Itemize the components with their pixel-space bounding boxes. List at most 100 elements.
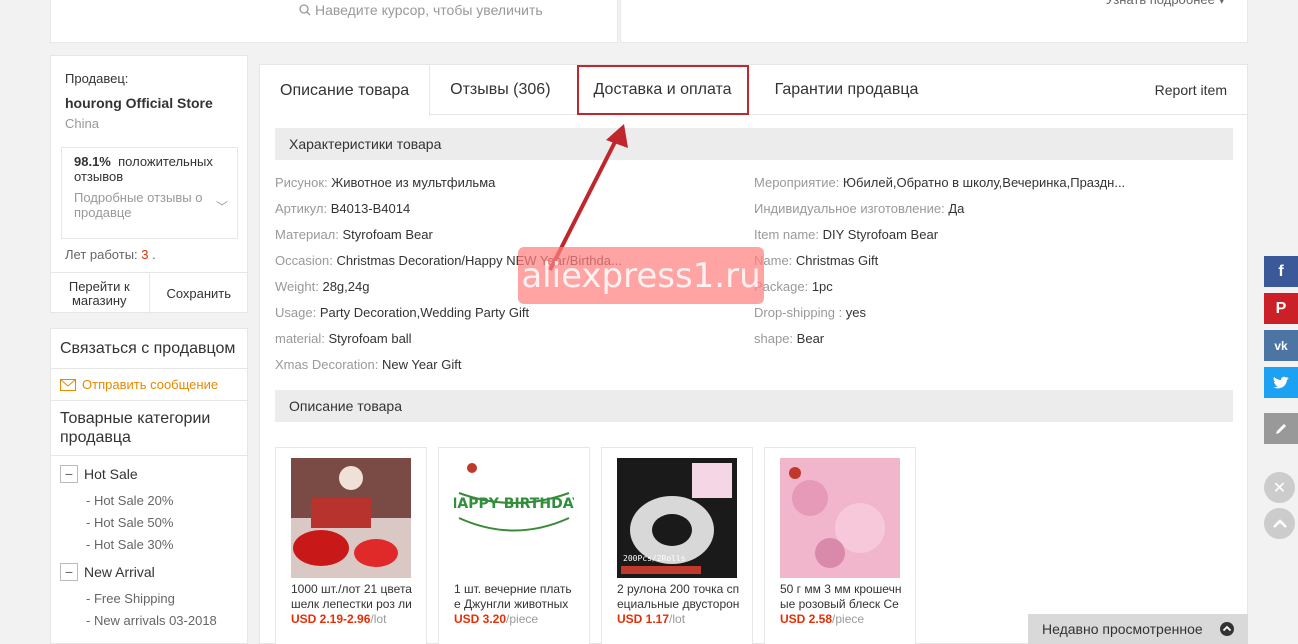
- product-details-panel: Описание товара Отзывы (306) Доставка и …: [259, 64, 1248, 644]
- scroll-top-icon[interactable]: [1264, 508, 1295, 539]
- categories-title: Товарные категории продавца: [51, 401, 247, 456]
- product-info-panel: Узнать подробнее ▾: [620, 0, 1248, 43]
- contact-seller-title: Связаться с продавцом: [51, 329, 247, 369]
- spec-item: Drop-shipping : yes: [754, 305, 866, 320]
- spec-value: Christmas Gift: [795, 253, 879, 268]
- collapse-icon[interactable]: −: [60, 563, 78, 581]
- spec-item: Рисунок: Животное из мультфильма: [275, 175, 495, 190]
- price-unit: /lot: [370, 612, 387, 626]
- product-card[interactable]: 200Pcs/2Rolls 2 рулона 200 точка сп ециа…: [601, 447, 753, 644]
- tab-shipping-payment[interactable]: Доставка и оплата: [576, 65, 749, 115]
- subcategory-link[interactable]: - New arrivals 03-2018: [60, 610, 247, 632]
- store-country: China: [65, 116, 99, 131]
- spec-item: Артикул: B4013-B4014: [275, 201, 410, 216]
- product-card[interactable]: HAPPY BIRTHDAY 1 шт. вечерние плать е Дж…: [438, 447, 590, 644]
- twitter-share-icon[interactable]: [1264, 367, 1298, 398]
- collapse-icon[interactable]: −: [60, 465, 78, 483]
- spec-key: Usage:: [275, 305, 317, 320]
- spec-value: 1pc: [811, 279, 833, 294]
- more-details-link[interactable]: Узнать подробнее ▾: [1106, 0, 1225, 8]
- price-unit: /piece: [506, 612, 539, 626]
- chevron-up-circle-icon[interactable]: [1220, 622, 1234, 636]
- price-amount: USD 2.19-2.96: [291, 612, 371, 626]
- category-group-new-arrival: − New Arrival - Free Shipping - New arriv…: [51, 556, 247, 632]
- save-store-button[interactable]: Сохранить: [148, 273, 249, 314]
- product-image-pink-glitter[interactable]: [780, 458, 900, 578]
- product-title[interactable]: 50 г мм 3 мм крошечн ые розовый блеск Се: [780, 582, 905, 612]
- spec-item: Индивидуальное изготовление: Да: [754, 201, 964, 216]
- price-amount: USD 3.20: [454, 612, 507, 626]
- category-hot-sale[interactable]: − Hot Sale: [60, 464, 247, 484]
- product-title[interactable]: 2 рулона 200 точка сп ециальные двусторо…: [617, 582, 742, 612]
- spec-item: Usage: Party Decoration,Wedding Party Gi…: [275, 305, 529, 320]
- product-image-birthday-banner[interactable]: HAPPY BIRTHDAY: [454, 458, 574, 578]
- years-in-business: Лет работы: 3 .: [65, 247, 156, 262]
- price-amount: USD 2.58: [780, 612, 833, 626]
- product-price: USD 2.58/piece: [780, 612, 864, 626]
- description-header: Описание товара: [275, 390, 1233, 422]
- envelope-icon: [60, 378, 76, 391]
- subcategory-link[interactable]: - Hot Sale 20%: [60, 490, 247, 512]
- product-image-rose-petals[interactable]: [291, 458, 411, 578]
- spec-value: 28g,24g: [322, 279, 370, 294]
- visit-store-button[interactable]: Перейти к магазину: [50, 273, 149, 314]
- magnifier-icon: [299, 4, 311, 16]
- product-title[interactable]: 1 шт. вечерние плать е Джунгли животных: [454, 582, 579, 612]
- recently-viewed-bar[interactable]: Недавно просмотренное: [1028, 614, 1248, 644]
- send-message-link[interactable]: Отправить сообщение: [51, 369, 247, 401]
- spec-value: Да: [948, 201, 965, 216]
- spec-item: Name: Christmas Gift: [754, 253, 878, 268]
- store-name-link[interactable]: hourong Official Store: [65, 95, 213, 111]
- subcategory-link[interactable]: - Hot Sale 50%: [60, 512, 247, 534]
- chevron-down-icon[interactable]: ﹀: [216, 198, 228, 215]
- spec-value: Bear: [796, 331, 825, 346]
- category-new-arrival[interactable]: − New Arrival: [60, 562, 247, 582]
- seller-info-box: Продавец: hourong Official Store China 9…: [50, 55, 249, 314]
- spec-value: B4013-B4014: [330, 201, 411, 216]
- twitter-bird-icon: [1273, 376, 1289, 388]
- price-unit: /lot: [669, 612, 686, 626]
- subcategory-link[interactable]: - Free Shipping: [60, 588, 247, 610]
- spec-value: Styrofoam Bear: [342, 227, 433, 242]
- facebook-share-icon[interactable]: f: [1264, 256, 1298, 287]
- pencil-icon: [1276, 423, 1286, 434]
- tab-description[interactable]: Описание товара: [260, 65, 431, 116]
- category-group-hot-sale: − Hot Sale - Hot Sale 20% - Hot Sale 50% …: [51, 456, 247, 556]
- zoom-hint: Наведите курсор, чтобы увеличить: [299, 2, 543, 18]
- feedback-detail-link[interactable]: Подробные отзывы о продавце: [74, 190, 214, 220]
- spec-value: DIY Styrofoam Bear: [822, 227, 939, 242]
- price-unit: /piece: [832, 612, 865, 626]
- category-label: Hot Sale: [84, 466, 138, 482]
- feedback-summary[interactable]: 98.1% положительных отзывов Подробные от…: [61, 147, 238, 239]
- spec-value: Юбилей,Обратно в школу,Вечеринка,Праздн.…: [842, 175, 1126, 190]
- specs-header: Характеристики товара: [275, 128, 1233, 160]
- product-title[interactable]: 1000 шт./лот 21 цвета шелк лепестки роз …: [291, 582, 416, 612]
- report-item-link[interactable]: Report item: [1155, 65, 1227, 115]
- subcategory-link[interactable]: - Hot Sale 30%: [60, 534, 247, 556]
- spec-key: Рисунок:: [275, 175, 328, 190]
- spec-item: Package: 1pc: [754, 279, 833, 294]
- spec-value: Party Decoration,Wedding Party Gift: [319, 305, 530, 320]
- tab-reviews[interactable]: Отзывы (306): [430, 65, 570, 115]
- product-card[interactable]: 1000 шт./лот 21 цвета шелк лепестки роз …: [275, 447, 427, 644]
- category-label: New Arrival: [84, 564, 155, 580]
- vk-share-icon[interactable]: vk: [1264, 330, 1298, 361]
- close-icon[interactable]: ✕: [1264, 472, 1295, 503]
- seller-label: Продавец:: [65, 71, 129, 86]
- years-value: 3: [141, 247, 149, 262]
- spec-key: Occasion:: [275, 253, 333, 268]
- recently-viewed-label: Недавно просмотренное: [1042, 621, 1203, 637]
- spec-key: Xmas Decoration:: [275, 357, 379, 372]
- feedback-edit-icon[interactable]: [1264, 413, 1298, 444]
- spec-key: Drop-shipping :: [754, 305, 843, 320]
- pinterest-share-icon[interactable]: P: [1264, 293, 1298, 324]
- feedback-line: 98.1% положительных отзывов: [74, 154, 225, 184]
- spec-key: material:: [275, 331, 325, 346]
- tab-seller-guarantees[interactable]: Гарантии продавца: [755, 65, 939, 115]
- spec-item: Материал: Styrofoam Bear: [275, 227, 433, 242]
- spec-value: Животное из мультфильма: [331, 175, 496, 190]
- product-card[interactable]: 50 г мм 3 мм крошечн ые розовый блеск Се…: [764, 447, 916, 644]
- product-price: USD 3.20/piece: [454, 612, 538, 626]
- spec-item: Item name: DIY Styrofoam Bear: [754, 227, 938, 242]
- product-image-dot-rolls[interactable]: 200Pcs/2Rolls: [617, 458, 737, 578]
